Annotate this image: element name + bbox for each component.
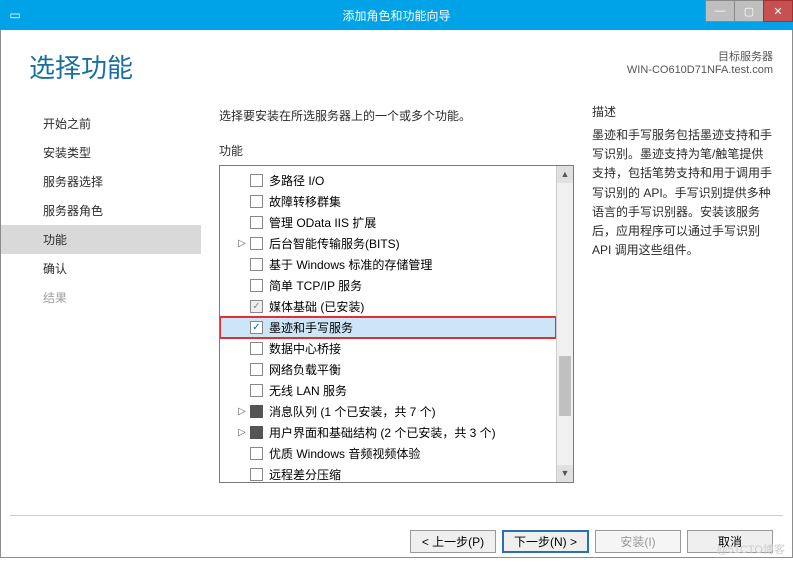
- feature-checkbox[interactable]: ✓: [250, 321, 263, 334]
- window-title: 添加角色和功能向导: [0, 7, 793, 24]
- feature-label: 故障转移群集: [269, 193, 341, 210]
- feature-label: 基于 Windows 标准的存储管理: [269, 256, 432, 273]
- install-button: 安装(I): [595, 530, 681, 553]
- next-button[interactable]: 下一步(N) >: [502, 530, 589, 553]
- feature-row[interactable]: 优质 Windows 音频视频体验: [220, 443, 556, 464]
- feature-row[interactable]: 多路径 I/O: [220, 170, 556, 191]
- vertical-scrollbar[interactable]: ▲ ▼: [556, 166, 573, 482]
- feature-row[interactable]: ▷ 消息队列 (1 个已安装，共 7 个): [220, 401, 556, 422]
- scroll-thumb[interactable]: [559, 356, 571, 416]
- feature-checkbox[interactable]: [250, 426, 263, 439]
- feature-row[interactable]: 数据中心桥接: [220, 338, 556, 359]
- feature-checkbox[interactable]: [250, 405, 263, 418]
- feature-label: 墨迹和手写服务: [269, 319, 353, 336]
- feature-label: 简单 TCP/IP 服务: [269, 277, 362, 294]
- feature-checkbox[interactable]: [250, 468, 263, 481]
- feature-checkbox[interactable]: [250, 237, 263, 250]
- maximize-button[interactable]: ▢: [734, 0, 764, 22]
- feature-row[interactable]: ▷ 后台智能传输服务(BITS): [220, 233, 556, 254]
- feature-row[interactable]: 管理 OData IIS 扩展: [220, 212, 556, 233]
- feature-label: 优质 Windows 音频视频体验: [269, 445, 420, 462]
- feature-label: 用户界面和基础结构 (2 个已安装，共 3 个): [269, 424, 496, 441]
- description-panel: 描述 墨迹和手写服务包括墨迹支持和手写识别。墨迹支持为笔/触笔提供支持，包括笔势…: [592, 103, 792, 483]
- sidebar-item-server-select[interactable]: 服务器选择: [1, 167, 201, 196]
- sidebar-item-server-roles[interactable]: 服务器角色: [1, 196, 201, 225]
- sidebar-item-results: 结果: [1, 283, 201, 312]
- feature-checkbox[interactable]: [250, 258, 263, 271]
- feature-label: 多路径 I/O: [269, 172, 324, 189]
- window-controls: — ▢ ✕: [706, 0, 793, 22]
- feature-checkbox[interactable]: [250, 384, 263, 397]
- feature-checkbox[interactable]: ✓: [250, 300, 263, 313]
- feature-checkbox[interactable]: [250, 279, 263, 292]
- description-label: 描述: [592, 103, 774, 120]
- tree-list[interactable]: 多路径 I/O 故障转移群集管理 OData IIS 扩展 ▷ 后台智能传输服务(BI…: [220, 166, 556, 482]
- target-server-info: 目标服务器 WIN-CO610D71NFA.test.com: [627, 48, 773, 76]
- sidebar-item-install-type[interactable]: 安装类型: [1, 138, 201, 167]
- feature-row[interactable]: 网络负载平衡: [220, 359, 556, 380]
- expander-icon[interactable]: ▷: [236, 427, 248, 438]
- main-panel: 选择要安装在所选服务器上的一个或多个功能。 功能 多路径 I/O 故障转移群集管理…: [201, 103, 592, 483]
- sidebar-item-confirm[interactable]: 确认: [1, 254, 201, 283]
- scroll-down-button[interactable]: ▼: [557, 465, 573, 482]
- sidebar-item-before-begin[interactable]: 开始之前: [1, 109, 201, 138]
- feature-label: 无线 LAN 服务: [269, 382, 347, 399]
- sidebar-item-features[interactable]: 功能: [1, 225, 201, 254]
- instruction-text: 选择要安装在所选服务器上的一个或多个功能。: [219, 107, 574, 124]
- app-icon: ▭: [0, 8, 30, 22]
- feature-row[interactable]: ✓ 墨迹和手写服务: [220, 317, 556, 338]
- expander-icon[interactable]: ▷: [236, 238, 248, 249]
- minimize-button[interactable]: —: [705, 0, 735, 22]
- target-name: WIN-CO610D71NFA.test.com: [627, 64, 773, 76]
- feature-label: 数据中心桥接: [269, 340, 341, 357]
- wizard-footer: < 上一步(P) 下一步(N) > 安装(I) 取消: [10, 515, 783, 553]
- feature-label: 远程差分压缩: [269, 466, 341, 482]
- feature-checkbox[interactable]: [250, 363, 263, 376]
- feature-checkbox[interactable]: [250, 342, 263, 355]
- wizard-sidebar: 开始之前 安装类型 服务器选择 服务器角色 功能 确认 结果: [1, 103, 201, 483]
- target-label: 目标服务器: [627, 48, 773, 64]
- feature-label: 网络负载平衡: [269, 361, 341, 378]
- scroll-up-button[interactable]: ▲: [557, 166, 573, 183]
- feature-label: 媒体基础 (已安装): [269, 298, 364, 315]
- title-bar: ▭ 添加角色和功能向导 — ▢ ✕: [0, 0, 793, 30]
- feature-row[interactable]: 简单 TCP/IP 服务: [220, 275, 556, 296]
- feature-checkbox[interactable]: [250, 216, 263, 229]
- feature-checkbox[interactable]: [250, 174, 263, 187]
- feature-row[interactable]: 远程差分压缩: [220, 464, 556, 482]
- feature-label: 消息队列 (1 个已安装，共 7 个): [269, 403, 436, 420]
- features-tree: 多路径 I/O 故障转移群集管理 OData IIS 扩展 ▷ 后台智能传输服务(BI…: [219, 165, 574, 483]
- close-button[interactable]: ✕: [763, 0, 793, 22]
- watermark: @51CTO博客: [717, 541, 785, 557]
- feature-row[interactable]: 无线 LAN 服务: [220, 380, 556, 401]
- feature-label: 管理 OData IIS 扩展: [269, 214, 376, 231]
- description-text: 墨迹和手写服务包括墨迹支持和手写识别。墨迹支持为笔/触笔提供支持，包括笔势支持和…: [592, 126, 774, 260]
- feature-checkbox[interactable]: [250, 195, 263, 208]
- feature-row[interactable]: 基于 Windows 标准的存储管理: [220, 254, 556, 275]
- features-label: 功能: [219, 142, 574, 159]
- feature-row[interactable]: ✓ 媒体基础 (已安装): [220, 296, 556, 317]
- expander-icon[interactable]: ▷: [236, 406, 248, 417]
- feature-row[interactable]: 故障转移群集: [220, 191, 556, 212]
- feature-row[interactable]: ▷ 用户界面和基础结构 (2 个已安装，共 3 个): [220, 422, 556, 443]
- feature-label: 后台智能传输服务(BITS): [269, 235, 400, 252]
- prev-button[interactable]: < 上一步(P): [410, 530, 496, 553]
- feature-checkbox[interactable]: [250, 447, 263, 460]
